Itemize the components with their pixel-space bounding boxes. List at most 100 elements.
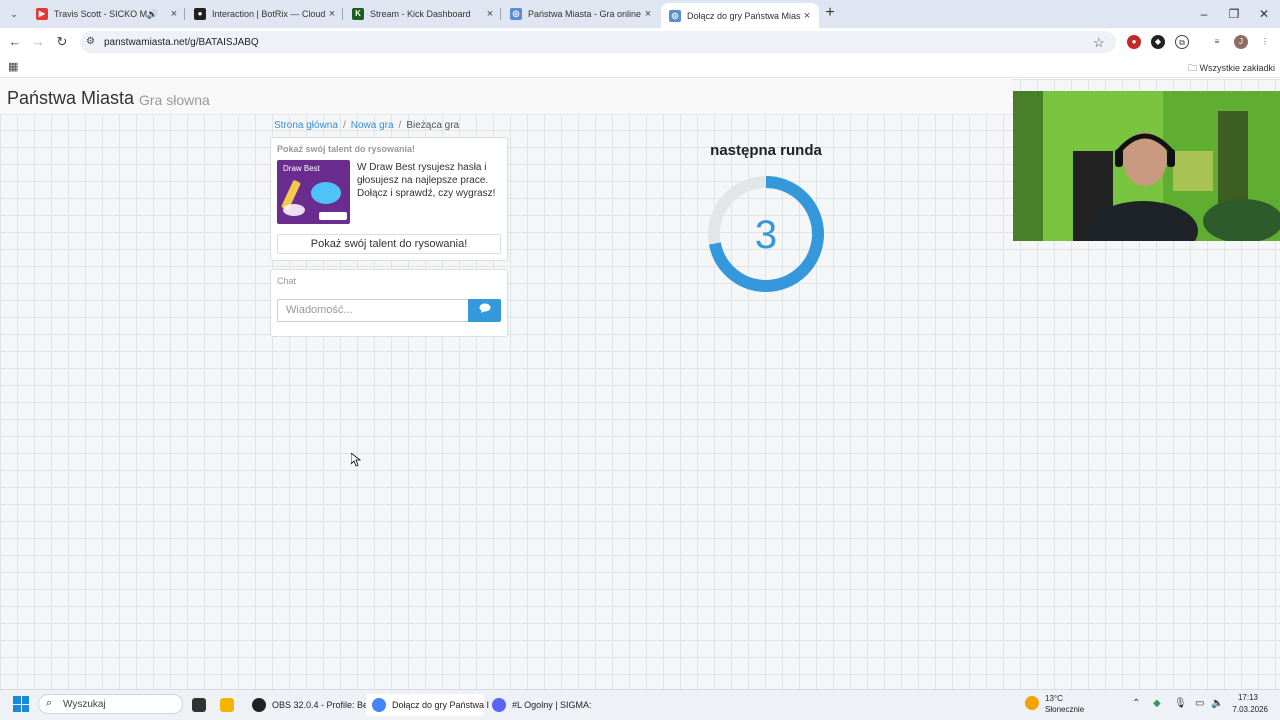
taskbar-search-placeholder[interactable]: Wyszukaj xyxy=(63,699,106,710)
draw-best-image[interactable]: Draw Best xyxy=(277,160,350,224)
new-tab-button[interactable]: + xyxy=(822,5,838,21)
all-bookmarks-label: Wszystkie zakładki xyxy=(1199,63,1276,73)
site-header: Państwa Miasta Gra słowna xyxy=(0,79,1012,115)
weather-description[interactable]: Słonecznie xyxy=(1045,705,1084,714)
site-brand[interactable]: Państwa Miasta xyxy=(7,88,134,109)
taskbar-app-label: OBS 32.0.4 - Profile: Bez xyxy=(272,700,373,710)
taskbar-app-label: #L Ogolny | SIGMA: xyxy=(512,700,592,710)
apps-grid-icon[interactable]: ▦ xyxy=(8,60,18,73)
speaker-icon[interactable]: 🔊 xyxy=(147,9,158,20)
kick-icon: K xyxy=(352,8,364,20)
extension-icon[interactable]: ● xyxy=(1127,35,1141,49)
windows-start-icon[interactable] xyxy=(13,696,29,712)
next-round-title: następna runda xyxy=(710,142,822,159)
taskbar-app-chrome[interactable]: Dołącz do gry Państwa I xyxy=(366,694,489,716)
close-icon[interactable]: × xyxy=(484,8,496,20)
discord-icon xyxy=(492,698,506,712)
tab-botrix[interactable]: ● Interaction | BotRix — Cloud St × xyxy=(186,3,344,25)
folder-icon xyxy=(220,698,234,712)
cloud-icon xyxy=(311,182,341,204)
tab-title: Interaction | BotRix — Cloud St xyxy=(212,9,326,19)
promo-title: Pokaż swój talent do rysowania! xyxy=(277,144,416,154)
badge-icon xyxy=(319,212,347,220)
clock-date[interactable]: 7.03.2026 xyxy=(1222,705,1268,714)
breadcrumb-current: Bieżąca gra xyxy=(406,120,460,131)
restore-button[interactable]: ❐ xyxy=(1226,6,1242,22)
chat-title: Chat xyxy=(277,276,297,286)
close-icon[interactable]: × xyxy=(168,8,180,20)
site-brand-sub: Gra słowna xyxy=(139,92,210,108)
task-view-icon xyxy=(192,698,206,712)
comment-icon xyxy=(479,303,490,313)
taskbar-app-obs[interactable]: OBS 32.0.4 - Profile: Bez xyxy=(252,694,373,716)
send-message-button[interactable] xyxy=(468,299,501,322)
tab-search-icon[interactable]: ⌄ xyxy=(6,6,22,22)
promo-text: W Draw Best rysujesz hasła i głosujesz n… xyxy=(357,162,496,199)
tab-youtube[interactable]: ▶ Travis Scott - SICKO MODE 🔊 × xyxy=(28,3,186,25)
minimize-button[interactable]: – xyxy=(1196,6,1212,22)
chat-message-input[interactable]: Wiadomość... xyxy=(277,299,469,322)
menu-icon[interactable]: ⋮ xyxy=(1258,35,1272,49)
url-text[interactable]: panstwamiasta.net/g/BATAISJABQ xyxy=(104,37,259,48)
breadcrumb-separator: / xyxy=(342,120,346,131)
globe-icon: ◎ xyxy=(510,8,522,20)
weather-temperature[interactable]: 13°C xyxy=(1045,694,1063,703)
mouse-cursor-icon xyxy=(351,453,361,467)
breadcrumb: Strona główna / Nowa gra / Bieżąca gra xyxy=(274,120,459,131)
tab-title: Stream - Kick Dashboard xyxy=(370,9,471,19)
tab-title: Travis Scott - SICKO MODE xyxy=(54,9,147,19)
draw-best-image-label: Draw Best xyxy=(283,164,320,173)
globe-icon: ◎ xyxy=(669,9,681,22)
tab-title: Dołącz do gry Państwa Miasta xyxy=(687,10,801,21)
chat-panel: Chat Wiadomość... xyxy=(270,269,508,337)
youtube-icon: ▶ xyxy=(36,8,48,20)
folder-icon: 🗀 xyxy=(1188,63,1198,73)
countdown-number: 3 xyxy=(755,213,777,257)
sun-weather-icon[interactable] xyxy=(1025,696,1039,710)
tab-kick[interactable]: K Stream - Kick Dashboard × xyxy=(344,3,502,25)
tab-divider xyxy=(342,8,343,20)
tab-panstwa-miasta[interactable]: ◎ Państwa Miasta - Gra online × xyxy=(502,3,660,25)
site-info-icon[interactable]: ⚙ xyxy=(86,36,95,47)
extension-icon[interactable]: ◆ xyxy=(1151,35,1165,49)
puzzle-icon[interactable]: ⧉ xyxy=(1175,35,1189,49)
webcam-overlay xyxy=(1013,91,1280,241)
chevron-up-icon[interactable]: ⌃ xyxy=(1132,698,1140,709)
bookmark-star-icon[interactable]: ☆ xyxy=(1093,35,1105,51)
taskbar-app-discord[interactable]: #L Ogolny | SIGMA: xyxy=(492,694,592,716)
avatar[interactable]: J xyxy=(1234,35,1248,49)
close-icon[interactable]: × xyxy=(642,8,654,20)
file-explorer-button[interactable] xyxy=(220,694,240,716)
github-icon: ● xyxy=(194,8,206,20)
close-icon[interactable]: × xyxy=(326,8,338,20)
breadcrumb-new-game[interactable]: Nowa gra xyxy=(351,120,394,131)
back-button[interactable]: ← xyxy=(7,34,23,50)
forward-button[interactable]: → xyxy=(30,34,46,50)
microphone-icon[interactable]: 🎙 xyxy=(1174,698,1187,709)
network-icon[interactable]: ▭ xyxy=(1195,698,1204,709)
search-icon: ⌕ xyxy=(46,697,53,709)
promo-button[interactable]: Pokaż swój talent do rysowania! xyxy=(277,234,501,254)
clock-time[interactable]: 17:13 xyxy=(1228,693,1258,702)
breadcrumb-home[interactable]: Strona główna xyxy=(274,120,338,131)
tab-active-join-game[interactable]: ◎ Dołącz do gry Państwa Miasta × xyxy=(661,3,819,28)
close-icon[interactable]: × xyxy=(801,10,813,22)
taskbar-app-label: Dołącz do gry Państwa I xyxy=(392,700,490,710)
tab-title: Państwa Miasta - Gra online xyxy=(528,9,642,19)
breadcrumb-separator: / xyxy=(398,120,402,131)
task-view-button[interactable] xyxy=(192,694,212,716)
taskbar-search[interactable] xyxy=(38,694,183,714)
tab-divider xyxy=(184,8,185,20)
bookmarks-bar xyxy=(0,56,1280,78)
tray-app-icon[interactable]: ◆ xyxy=(1153,698,1161,709)
countdown-ring: 3 xyxy=(708,176,824,292)
promo-panel: Pokaż swój talent do rysowania! Draw Bes… xyxy=(270,137,508,261)
media-icon[interactable]: ≡ xyxy=(1210,35,1224,49)
reload-button[interactable]: ↻ xyxy=(54,34,70,50)
tab-divider xyxy=(500,8,501,20)
close-window-button[interactable]: ✕ xyxy=(1256,6,1272,22)
obs-icon xyxy=(252,698,266,712)
all-bookmarks-button[interactable]: 🗀 Wszystkie zakładki xyxy=(1188,61,1275,77)
splash-icon xyxy=(283,204,305,216)
chrome-icon xyxy=(372,698,386,712)
